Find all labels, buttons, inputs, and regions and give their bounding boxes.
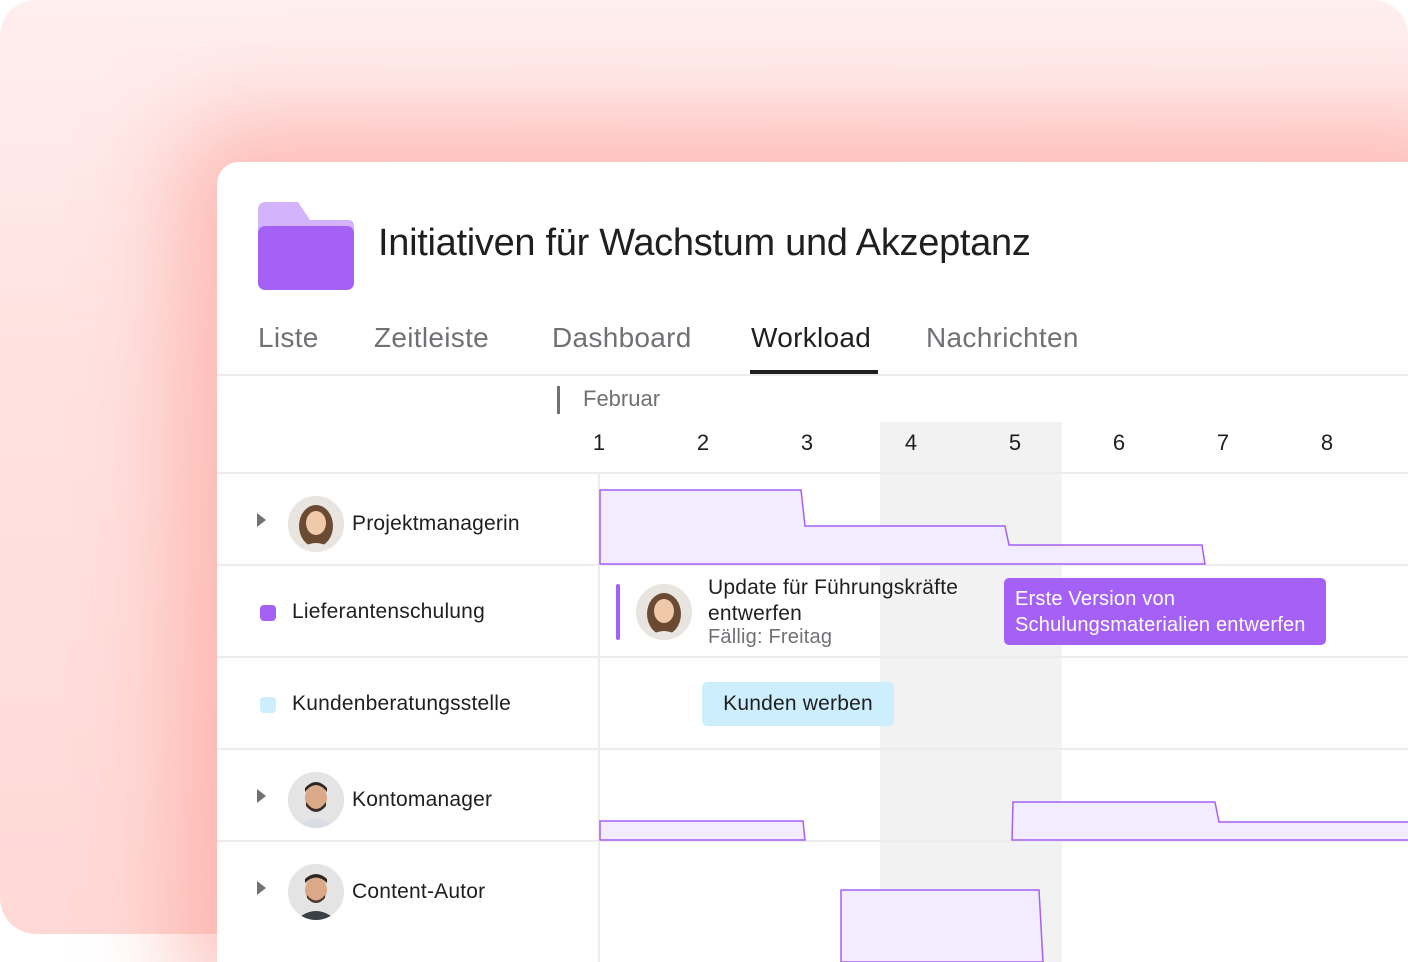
task-marker (616, 584, 620, 640)
weekend-shading (880, 422, 1062, 962)
expand-caret-icon[interactable] (257, 513, 266, 527)
project-color-swatch (260, 697, 276, 713)
month-label: Februar (583, 386, 661, 411)
day-label: 8 (1320, 430, 1334, 455)
project-window: Initiativen für Wachstum und Akzeptanz L… (217, 162, 1408, 962)
row-divider (217, 472, 1408, 474)
day-label: 5 (1008, 430, 1022, 455)
row-label-kontomanager: Kontomanager (352, 788, 493, 811)
project-title: Initiativen für Wachstum und Akzeptanz (378, 222, 1031, 264)
row-label-lieferantenschulung: Lieferantenschulung (292, 600, 485, 623)
tab-zeitleiste[interactable]: Zeitleiste (374, 322, 489, 354)
tab-liste[interactable]: Liste (258, 322, 319, 354)
workload-graph-kontomanager (599, 820, 806, 841)
row-divider (217, 656, 1408, 658)
row-divider (217, 748, 1408, 750)
column-divider (598, 473, 600, 962)
task-chip-kunden-werben[interactable]: Kunden werben (702, 682, 894, 726)
row-label-content-autor: Content-Autor (352, 880, 486, 903)
avatar (288, 772, 344, 828)
day-label: 2 (696, 430, 710, 455)
month-marker (557, 386, 560, 414)
avatar (636, 584, 692, 640)
row-label-kundenberatungsstelle: Kundenberatungsstelle (292, 692, 512, 715)
day-label: 6 (1112, 430, 1126, 455)
row-divider (217, 840, 1408, 842)
day-label: 3 (800, 430, 814, 455)
row-divider (217, 564, 1408, 566)
tab-nachrichten[interactable]: Nachrichten (926, 322, 1079, 354)
workload-graph-kontomanager-2 (1011, 801, 1408, 841)
task-chip-erste-version[interactable]: Erste Version von Schulungsmaterialien e… (1004, 578, 1326, 645)
day-label: 7 (1216, 430, 1230, 455)
task-chip-label: Erste Version von (1015, 588, 1176, 610)
task-title-line2[interactable]: entwerfen (708, 602, 802, 626)
tabs-divider (217, 374, 1408, 376)
folder-icon (258, 202, 354, 290)
tab-dashboard[interactable]: Dashboard (552, 322, 692, 354)
expand-caret-icon[interactable] (257, 789, 266, 803)
avatar (288, 864, 344, 920)
workload-graphs (599, 489, 1408, 962)
tab-workload[interactable]: Workload (751, 322, 871, 354)
task-chip-label-line2: Schulungsmaterialien entwerfen (1015, 614, 1306, 636)
row-label-projektmanagerin: Projektmanagerin (352, 512, 520, 535)
project-color-swatch (260, 605, 276, 621)
day-label: 1 (592, 430, 606, 455)
avatar (288, 496, 344, 552)
day-label: 4 (904, 430, 918, 455)
expand-caret-icon[interactable] (257, 881, 266, 895)
task-title[interactable]: Update für Führungskräfte (708, 576, 958, 600)
task-due-date: Fällig: Freitag (708, 626, 833, 648)
